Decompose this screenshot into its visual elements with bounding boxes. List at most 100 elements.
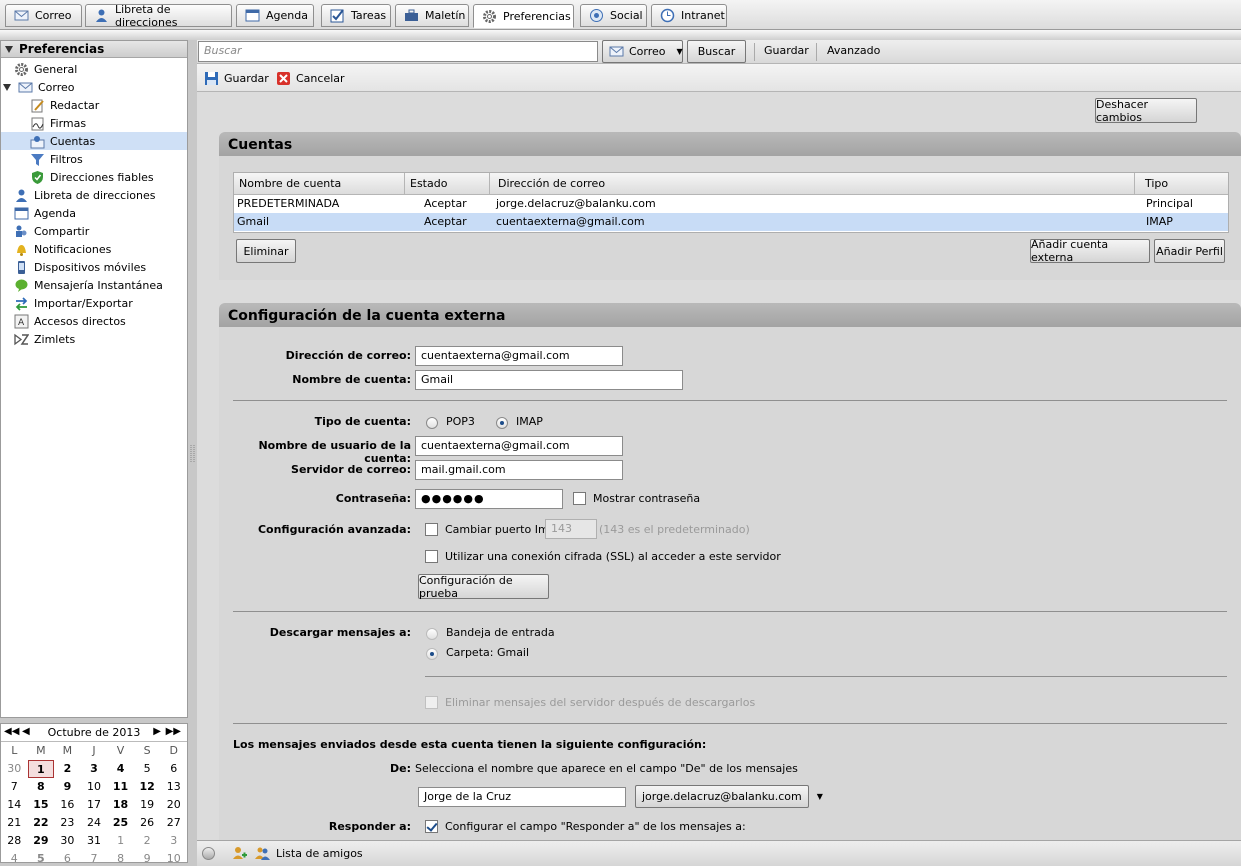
calendar-day[interactable]: 9 xyxy=(54,778,81,796)
buddy-list-icon[interactable] xyxy=(255,846,270,861)
calendar-day-today[interactable]: 1 xyxy=(27,760,55,778)
calendar-day[interactable]: 31 xyxy=(81,832,108,850)
calendar-day[interactable]: 16 xyxy=(54,796,81,814)
calendar-day[interactable]: 13 xyxy=(160,778,187,796)
pop3-radio[interactable] xyxy=(426,417,438,429)
pane-splitter[interactable] xyxy=(188,40,197,840)
column-header-account-name[interactable]: Nombre de cuenta xyxy=(234,173,405,195)
app-tab-intranet[interactable]: Intranet xyxy=(651,4,727,27)
sidebar-item-accounts[interactable]: Cuentas xyxy=(1,132,187,150)
column-header-type[interactable]: Tipo xyxy=(1135,173,1228,195)
calendar-day[interactable]: 5 xyxy=(28,850,55,863)
sidebar-item-notifications[interactable]: Notificaciones xyxy=(1,240,187,258)
sidebar-header[interactable]: Preferencias xyxy=(1,41,187,58)
server-field[interactable]: mail.gmail.com xyxy=(415,460,623,480)
inbox-radio[interactable] xyxy=(426,628,438,640)
app-tab-address-book[interactable]: Libreta de direcciones xyxy=(85,3,232,29)
calendar-day[interactable]: 6 xyxy=(54,850,81,863)
calendar-day[interactable]: 28 xyxy=(1,832,28,850)
calendar-day[interactable]: 18 xyxy=(107,796,134,814)
calendar-day[interactable]: 8 xyxy=(28,778,55,796)
calendar-day[interactable]: 30 xyxy=(54,832,81,850)
calendar-day[interactable]: 10 xyxy=(160,850,187,863)
calendar-day[interactable]: 29 xyxy=(28,832,55,850)
calendar-day[interactable]: 9 xyxy=(134,850,161,863)
expand-icon[interactable] xyxy=(3,83,11,91)
column-header-status[interactable]: Estado xyxy=(405,173,490,195)
undo-changes-button[interactable]: Deshacer cambios xyxy=(1095,98,1197,124)
calendar-day[interactable]: 8 xyxy=(107,850,134,863)
save-search-button[interactable]: Guardar xyxy=(764,44,809,57)
app-tab-briefcase[interactable]: Maletín xyxy=(395,4,469,27)
sidebar-item-filters[interactable]: Filtros xyxy=(1,150,187,168)
account-name-field[interactable]: Gmail xyxy=(415,370,683,390)
calendar-day[interactable]: 7 xyxy=(1,778,28,796)
sidebar-item-calendar[interactable]: Agenda xyxy=(1,204,187,222)
calendar-day[interactable]: 17 xyxy=(81,796,108,814)
advanced-search-button[interactable]: Avanzado xyxy=(827,44,880,57)
sidebar-item-zimlets[interactable]: Zimlets xyxy=(1,330,187,348)
next-month-icon[interactable]: ▶ xyxy=(153,726,161,737)
calendar-day[interactable]: 14 xyxy=(1,796,28,814)
from-address-dropdown[interactable]: jorge.delacruz@balanku.com ▼ xyxy=(635,785,823,808)
calendar-day[interactable]: 20 xyxy=(160,796,187,814)
app-tab-social[interactable]: Social xyxy=(580,4,647,27)
imap-radio[interactable] xyxy=(496,417,508,429)
calendar-day[interactable]: 4 xyxy=(107,760,134,778)
calendar-day[interactable]: 26 xyxy=(134,814,161,832)
table-row[interactable]: Gmail Aceptar cuentaexterna@gmail.com IM… xyxy=(234,213,1228,231)
sidebar-item-trusted-addresses[interactable]: Direcciones fiables xyxy=(1,168,187,186)
calendar-day[interactable]: 2 xyxy=(54,760,81,778)
calendar-day[interactable]: 27 xyxy=(160,814,187,832)
calendar-day[interactable]: 22 xyxy=(28,814,55,832)
change-port-checkbox[interactable] xyxy=(425,523,438,536)
cancel-button[interactable]: Cancelar xyxy=(276,71,345,86)
calendar-day[interactable]: 5 xyxy=(134,760,161,778)
port-field[interactable]: 143 xyxy=(545,519,597,539)
app-tab-preferences[interactable]: Preferencias xyxy=(473,4,574,28)
sidebar-item-signatures[interactable]: Firmas xyxy=(1,114,187,132)
sidebar-item-import-export[interactable]: Importar/Exportar xyxy=(1,294,187,312)
password-field[interactable]: ●●●●●● xyxy=(415,489,563,509)
calendar-day[interactable]: 19 xyxy=(134,796,161,814)
calendar-month-label[interactable]: Octubre de 2013 xyxy=(48,726,141,739)
delete-account-button[interactable]: Eliminar xyxy=(236,239,296,263)
add-external-account-button[interactable]: Añadir cuenta externa xyxy=(1030,238,1150,264)
calendar-day[interactable]: 2 xyxy=(134,832,161,850)
calendar-day[interactable]: 3 xyxy=(81,760,108,778)
buddy-list-label[interactable]: Lista de amigos xyxy=(276,847,363,860)
test-settings-button[interactable]: Configuración de prueba xyxy=(418,574,549,600)
search-button[interactable]: Buscar xyxy=(687,40,746,63)
calendar-day[interactable]: 12 xyxy=(134,778,161,796)
folder-radio[interactable] xyxy=(426,648,438,660)
calendar-day[interactable]: 30 xyxy=(1,760,28,778)
sidebar-item-general[interactable]: General xyxy=(1,60,187,78)
sidebar-item-shortcuts[interactable]: A Accesos directos xyxy=(1,312,187,330)
presence-status-icon[interactable] xyxy=(202,847,215,860)
search-input[interactable]: Buscar xyxy=(198,41,598,62)
sidebar-item-address-book[interactable]: Libreta de direcciones xyxy=(1,186,187,204)
add-buddy-icon[interactable] xyxy=(232,846,247,861)
calendar-day[interactable]: 10 xyxy=(81,778,108,796)
app-tab-mail[interactable]: Correo xyxy=(5,4,82,27)
calendar-day[interactable]: 4 xyxy=(1,850,28,863)
show-password-checkbox[interactable] xyxy=(573,492,586,505)
calendar-day[interactable]: 21 xyxy=(1,814,28,832)
calendar-day[interactable]: 11 xyxy=(107,778,134,796)
add-profile-button[interactable]: Añadir Perfil xyxy=(1154,239,1225,263)
reply-to-checkbox[interactable] xyxy=(425,820,438,833)
calendar-day[interactable]: 24 xyxy=(81,814,108,832)
next-year-icon[interactable]: ▶▶ xyxy=(166,726,181,737)
save-button[interactable]: Guardar xyxy=(204,71,269,86)
sidebar-item-compose[interactable]: Redactar xyxy=(1,96,187,114)
delete-from-server-checkbox[interactable] xyxy=(425,696,438,709)
sidebar-item-sharing[interactable]: Compartir xyxy=(1,222,187,240)
prev-year-icon[interactable]: ◀◀ xyxy=(4,726,19,737)
app-tab-tasks[interactable]: Tareas xyxy=(321,4,391,27)
ssl-checkbox[interactable] xyxy=(425,550,438,563)
search-scope-dropdown[interactable]: Correo ▼ xyxy=(602,40,683,63)
calendar-day[interactable]: 1 xyxy=(107,832,134,850)
sidebar-item-instant-messaging[interactable]: Mensajería Instantánea xyxy=(1,276,187,294)
calendar-day[interactable]: 25 xyxy=(107,814,134,832)
sidebar-item-mail[interactable]: Correo xyxy=(1,78,187,96)
